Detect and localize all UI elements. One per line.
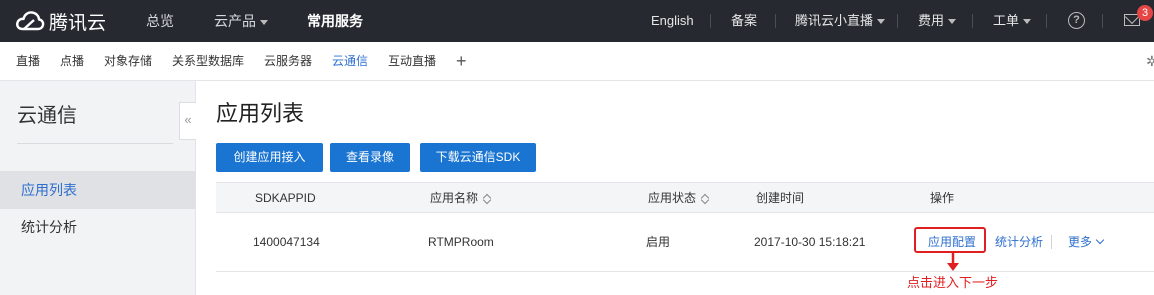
shortcut-cdb[interactable]: 关系型数据库 bbox=[172, 42, 244, 81]
shortcut-ilvb[interactable]: 互动直播 bbox=[388, 42, 436, 81]
shortcut-im[interactable]: 云通信 bbox=[332, 42, 368, 81]
account-menu[interactable]: 腾讯云小直播 bbox=[795, 0, 886, 42]
shortcut-cos[interactable]: 对象存储 bbox=[104, 42, 152, 81]
sidebar-item-app-list[interactable]: 应用列表 bbox=[0, 171, 196, 209]
divider bbox=[972, 14, 973, 28]
more-label: 更多 bbox=[1068, 235, 1093, 249]
create-app-button[interactable]: 创建应用接入 bbox=[216, 143, 323, 172]
top-navigation-bar: 腾讯云 总览 云产品 常用服务 English 备案 腾讯云小直播 费用 工单 … bbox=[0, 0, 1154, 42]
table-header: SDKAPPID 应用名称 应用状态 创建时间 操作 bbox=[216, 182, 1154, 213]
billing-label: 费用 bbox=[918, 13, 945, 28]
divider bbox=[1051, 235, 1052, 249]
shortcut-bar: 直播 点播 对象存储 关系型数据库 云服务器 云通信 互动直播 + ✲ bbox=[0, 42, 1154, 81]
cell-sdkappid: 1400047134 bbox=[253, 235, 320, 249]
divider bbox=[1102, 14, 1103, 28]
chevron-down-icon bbox=[1095, 235, 1105, 245]
filing-link[interactable]: 备案 bbox=[731, 0, 757, 42]
billing-menu[interactable]: 费用 bbox=[918, 0, 957, 42]
caret-down-icon bbox=[877, 19, 886, 25]
col-app-name-label: 应用名称 bbox=[430, 191, 479, 205]
shortcut-live[interactable]: 直播 bbox=[16, 42, 40, 81]
col-app-status[interactable]: 应用状态 bbox=[648, 183, 709, 213]
page-title: 应用列表 bbox=[216, 102, 305, 127]
col-app-name[interactable]: 应用名称 bbox=[430, 183, 491, 213]
divider bbox=[17, 143, 173, 144]
nav-products[interactable]: 云产品 bbox=[214, 0, 268, 42]
col-sdkappid: SDKAPPID bbox=[255, 191, 316, 205]
notification-badge: 3 bbox=[1137, 5, 1153, 21]
caret-down-icon bbox=[260, 19, 268, 25]
col-app-status-label: 应用状态 bbox=[648, 191, 697, 205]
divider bbox=[710, 14, 711, 28]
sidebar-item-statistics[interactable]: 统计分析 bbox=[0, 208, 196, 246]
nav-products-label: 云产品 bbox=[214, 13, 256, 29]
language-link[interactable]: English bbox=[651, 0, 694, 42]
caret-down-icon bbox=[948, 19, 957, 25]
caret-down-icon bbox=[1023, 19, 1032, 25]
cell-app-name: RTMPRoom bbox=[428, 235, 494, 249]
download-sdk-button[interactable]: 下载云通信SDK bbox=[420, 143, 536, 172]
brand-name: 腾讯云 bbox=[49, 11, 107, 34]
sidebar-title: 云通信 bbox=[17, 103, 77, 127]
nav-common-services[interactable]: 常用服务 bbox=[307, 0, 363, 42]
highlight-box bbox=[914, 227, 986, 253]
cell-app-status: 启用 bbox=[646, 235, 671, 249]
tencent-cloud-logo[interactable]: 腾讯云 bbox=[15, 7, 106, 35]
arrow-down-icon bbox=[947, 252, 959, 271]
account-name: 腾讯云小直播 bbox=[795, 13, 874, 28]
col-actions: 操作 bbox=[930, 191, 955, 205]
divider bbox=[897, 14, 898, 28]
annotation-text: 点击进入下一步 bbox=[907, 275, 999, 290]
divider bbox=[1046, 14, 1047, 28]
divider bbox=[775, 14, 776, 28]
ticket-label: 工单 bbox=[993, 13, 1020, 28]
shortcut-cvm[interactable]: 云服务器 bbox=[264, 42, 312, 81]
ticket-menu[interactable]: 工单 bbox=[993, 0, 1032, 42]
sort-icon bbox=[701, 194, 709, 204]
sort-icon bbox=[483, 194, 491, 204]
cloud-logo-icon bbox=[16, 11, 45, 31]
help-icon[interactable]: ? bbox=[1068, 12, 1085, 29]
statistics-link[interactable]: 统计分析 bbox=[995, 213, 1043, 272]
sidebar: 云通信 应用列表 统计分析 bbox=[0, 81, 196, 295]
nav-overview[interactable]: 总览 bbox=[146, 0, 174, 42]
collapse-sidebar-icon[interactable]: « bbox=[179, 102, 196, 140]
col-created-time: 创建时间 bbox=[756, 191, 805, 205]
shortcut-vod[interactable]: 点播 bbox=[60, 42, 84, 81]
table-row: 1400047134 RTMPRoom 启用 2017-10-30 15:18:… bbox=[216, 213, 1154, 272]
view-recordings-button[interactable]: 查看录像 bbox=[330, 143, 410, 172]
add-shortcut-icon[interactable]: + bbox=[456, 42, 467, 81]
more-dropdown[interactable]: 更多 bbox=[1068, 213, 1105, 272]
cell-created-time: 2017-10-30 15:18:21 bbox=[754, 235, 866, 249]
gear-icon[interactable]: ✲ bbox=[1146, 53, 1154, 70]
